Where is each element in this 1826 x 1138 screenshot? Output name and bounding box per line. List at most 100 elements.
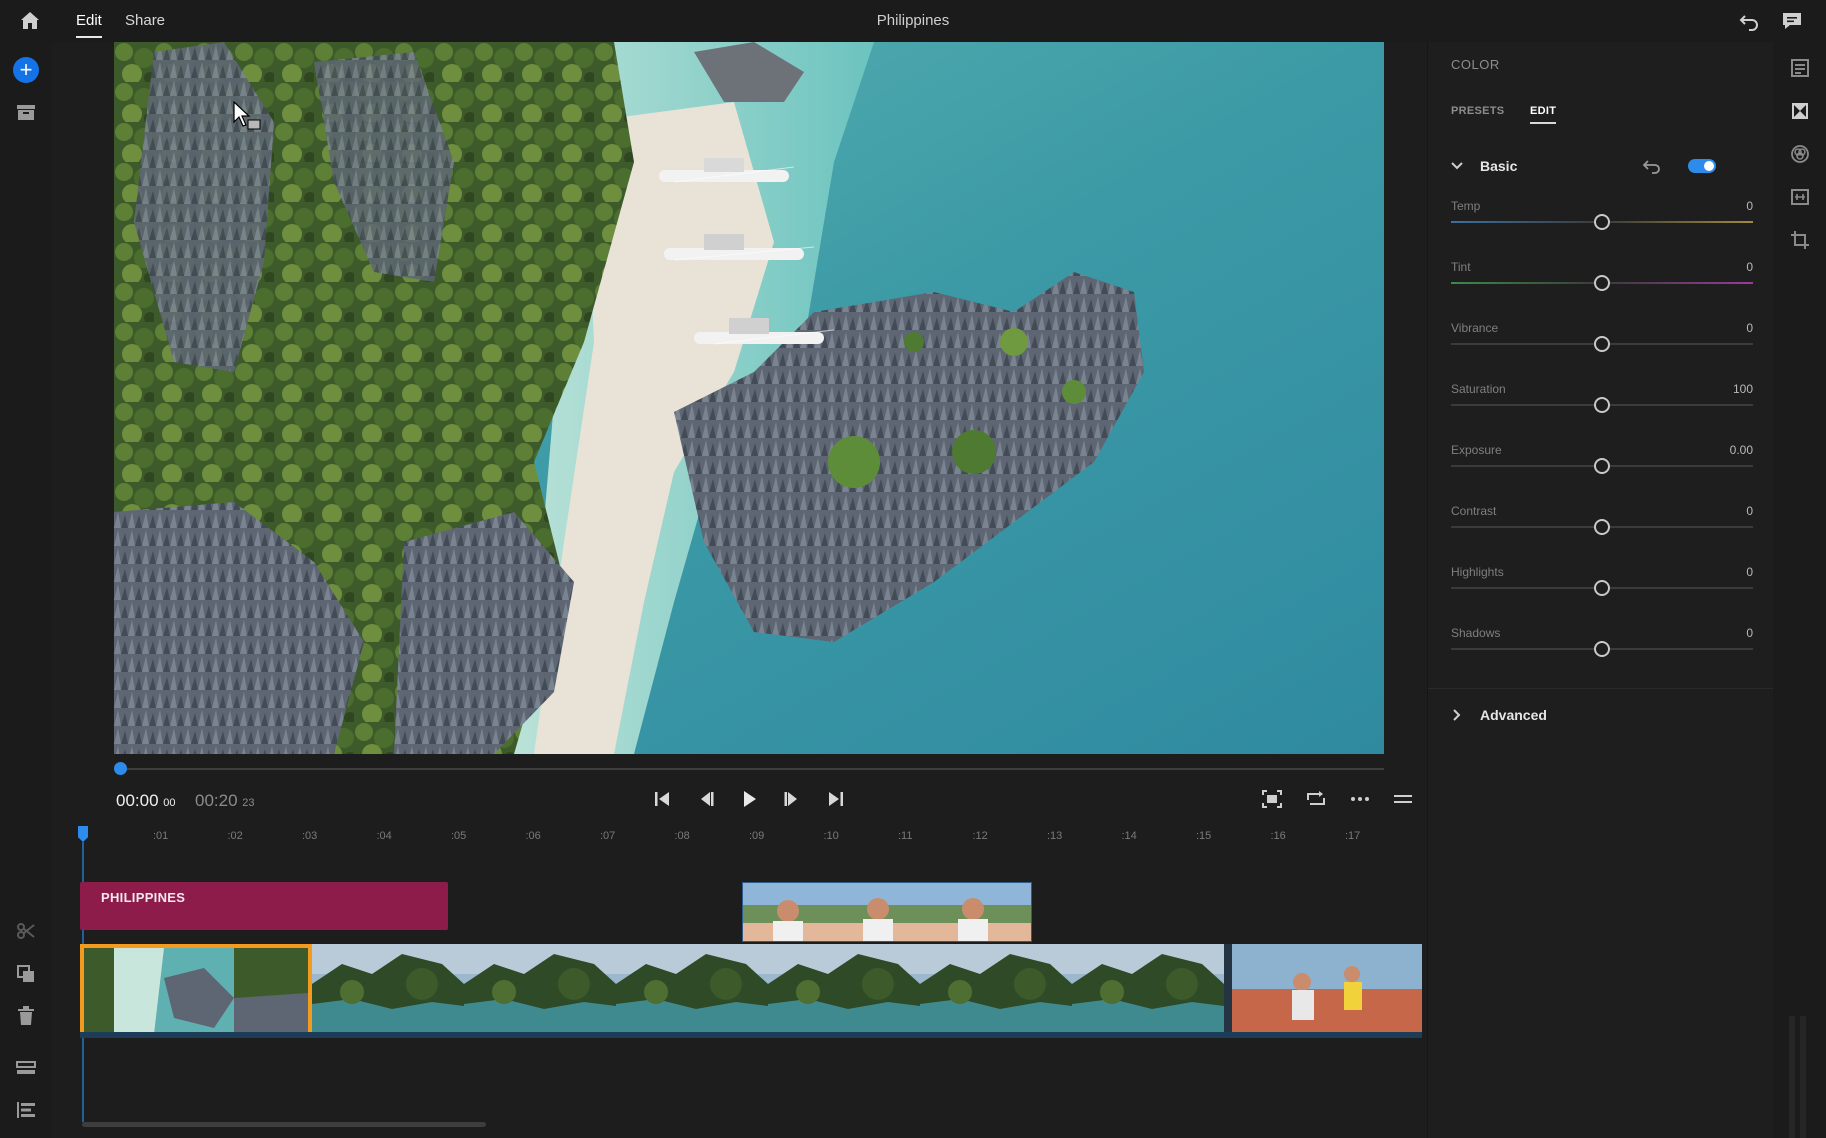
panel-title: COLOR [1451,57,1500,72]
tint-slider-thumb[interactable] [1594,275,1610,291]
skip-start-icon[interactable] [649,786,675,812]
ruler-tick-label: :16 [1270,830,1286,842]
shadows-value[interactable]: 0 [1746,626,1753,640]
overlay-clip-thumbnails [743,883,1031,941]
selected-video-clip[interactable] [80,944,312,1038]
top-bar: Edit Share Philippines [0,0,1826,42]
loop-icon[interactable] [1303,786,1329,812]
comment-icon[interactable] [1780,9,1804,33]
ruler-tick-label: :02 [227,830,243,842]
section-divider [1428,688,1774,689]
contrast-value[interactable]: 0 [1746,504,1753,518]
right-toolbar [1773,42,1826,1138]
temp-label: Temp [1451,199,1481,213]
layers-icon[interactable] [12,1096,40,1124]
main-video-track [80,944,1422,1038]
exposure-slider-row: Exposure 0.00 [1451,443,1753,493]
timeline-ruler[interactable]: :01:02:03:04:05:06:07:08:09:10:11:12:13:… [80,826,1425,850]
overlay-video-clip[interactable] [742,882,1032,942]
temp-slider-thumb[interactable] [1594,214,1610,230]
ruler-tick-label: :08 [674,830,690,842]
more-icon[interactable] [1347,786,1373,812]
step-back-icon[interactable] [693,786,719,812]
contrast-slider-row: Contrast 0 [1451,504,1753,554]
tab-share[interactable]: Share [125,12,165,29]
properties-icon[interactable] [1788,56,1812,80]
program-monitor[interactable] [114,42,1384,754]
track-thumbnails [312,944,1422,1038]
scrubber-handle[interactable] [114,762,127,775]
advanced-section-header[interactable]: Advanced [1450,704,1750,728]
shadows-slider-row: Shadows 0 [1451,626,1753,676]
title-clip[interactable]: PHILIPPINES [80,882,448,930]
tint-label: Tint [1451,260,1471,274]
audio-meter-left [1789,1016,1795,1138]
split-icon[interactable] [12,917,40,945]
temp-value[interactable]: 0 [1746,199,1753,213]
transitions-icon[interactable] [1788,99,1812,123]
delete-icon[interactable] [12,1002,40,1030]
exposure-value[interactable]: 0.00 [1730,443,1753,457]
vibrance-slider-row: Vibrance 0 [1451,321,1753,371]
basic-enable-toggle[interactable] [1688,159,1716,173]
reset-icon[interactable] [1641,155,1663,177]
color-panel: COLOR PRESETS EDIT Basic Temp 0 Tint 0 Vibra… [1427,42,1774,1138]
fit-icon[interactable] [1259,786,1285,812]
skip-end-icon[interactable] [823,786,849,812]
crop-icon[interactable] [1788,228,1812,252]
timeline-scrollbar[interactable] [82,1122,486,1127]
track-icon[interactable] [12,1054,40,1082]
video-frame [114,42,1384,754]
highlights-label: Highlights [1451,565,1504,579]
title-clip-label: PHILIPPINES [101,890,186,905]
chevron-right-icon [1453,709,1461,721]
tab-edit[interactable]: Edit [76,12,102,38]
tab-presets[interactable]: PRESETS [1451,105,1504,117]
undo-icon[interactable] [1737,9,1761,33]
audio-icon[interactable] [1788,185,1812,209]
exposure-label: Exposure [1451,443,1502,457]
shadows-slider-thumb[interactable] [1594,641,1610,657]
contrast-slider-thumb[interactable] [1594,519,1610,535]
vibrance-label: Vibrance [1451,321,1499,335]
highlights-value[interactable]: 0 [1746,565,1753,579]
ruler-tick-label: :01 [153,830,169,842]
temp-slider-row: Temp 0 [1451,199,1753,249]
total-duration: 00:20 23 [195,791,255,810]
saturation-value[interactable]: 100 [1733,382,1753,396]
tint-slider-row: Tint 0 [1451,260,1753,310]
duplicate-icon[interactable] [12,960,40,988]
ruler-tick-label: :06 [525,830,541,842]
highlights-slider-row: Highlights 0 [1451,565,1753,615]
advanced-section-label: Advanced [1480,707,1547,723]
menu-icon[interactable] [1390,786,1416,812]
color-icon[interactable] [1788,142,1812,166]
ruler-tick-label: :03 [302,830,318,842]
saturation-label: Saturation [1451,382,1506,396]
play-icon[interactable] [736,786,762,812]
saturation-slider-row: Saturation 100 [1451,382,1753,432]
media-bin-icon[interactable] [12,98,40,126]
vibrance-slider-thumb[interactable] [1594,336,1610,352]
ruler-tick-label: :12 [972,830,988,842]
tab-edit-color[interactable]: EDIT [1530,105,1557,124]
left-toolbar: + [0,42,52,1138]
ruler-tick-label: :15 [1196,830,1212,842]
vibrance-value[interactable]: 0 [1746,321,1753,335]
project-title: Philippines [876,12,950,29]
step-forward-icon[interactable] [779,786,805,812]
highlights-slider-thumb[interactable] [1594,580,1610,596]
ruler-tick-label: :14 [1121,830,1137,842]
scrubber-track[interactable] [120,768,1384,770]
tint-value[interactable]: 0 [1746,260,1753,274]
saturation-slider-thumb[interactable] [1594,397,1610,413]
exposure-slider-thumb[interactable] [1594,458,1610,474]
ruler-tick-label: :10 [823,830,839,842]
audio-meter-right [1800,1016,1806,1138]
ruler-tick-label: :04 [376,830,392,842]
home-icon[interactable] [18,9,42,33]
basic-section-label: Basic [1480,158,1518,174]
ruler-tick-label: :11 [898,830,913,842]
shadows-label: Shadows [1451,626,1501,640]
add-media-icon[interactable]: + [13,57,39,83]
